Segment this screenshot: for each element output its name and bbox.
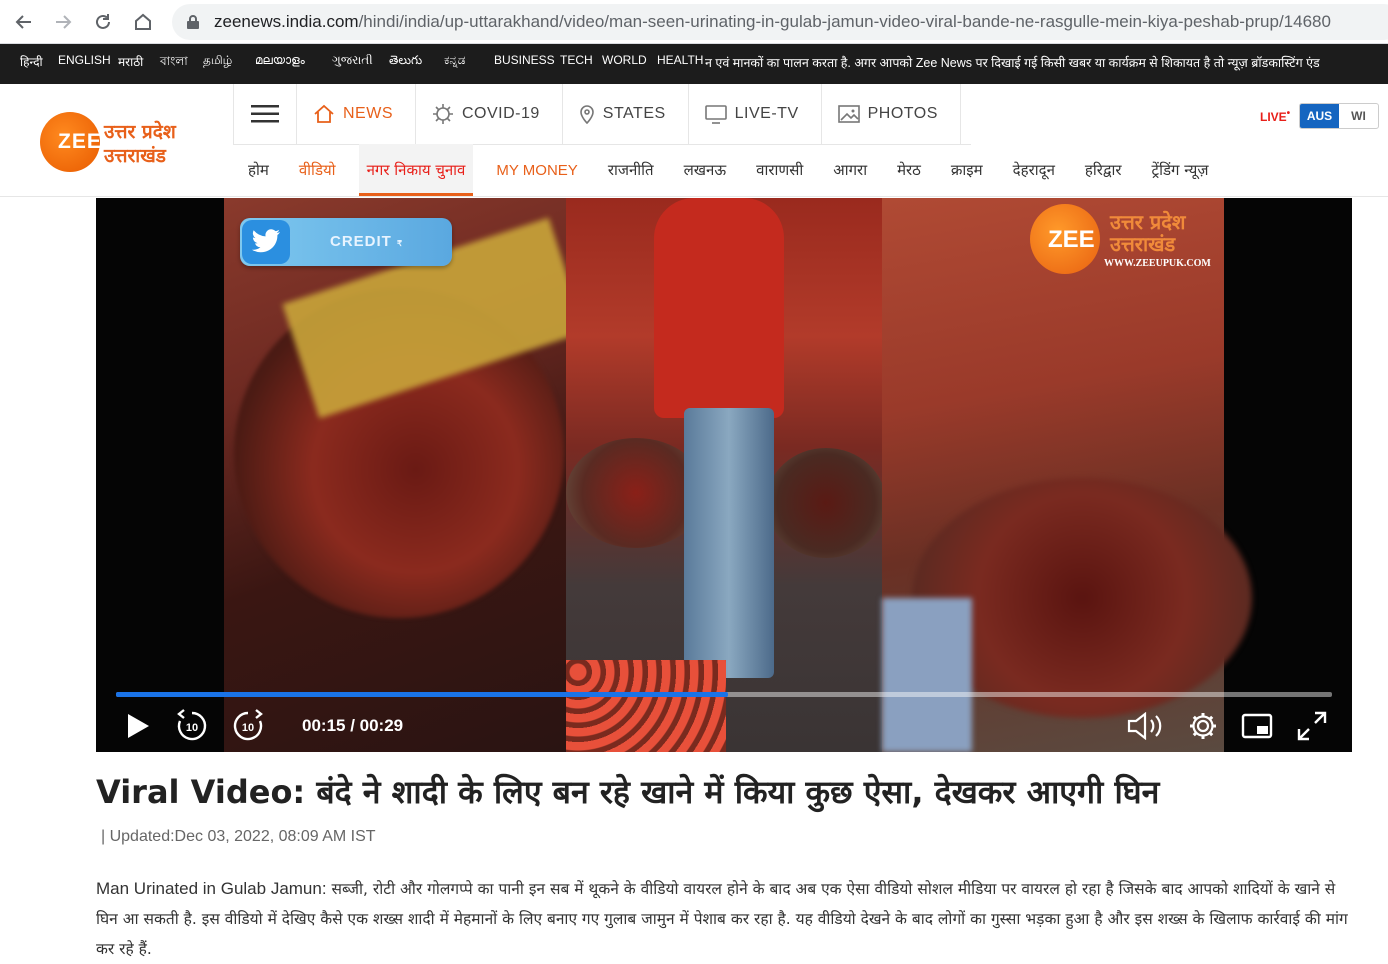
subnav-video[interactable]: वीडियो [299, 144, 336, 196]
reload-icon[interactable] [87, 6, 119, 38]
url-text: zeenews.india.com/hindi/india/up-uttarak… [214, 12, 1331, 32]
virus-icon [433, 104, 453, 124]
video-progress-bar[interactable] [116, 692, 1332, 697]
subnav-trending-news[interactable]: ट्रेंडिंग न्यूज़ [1152, 144, 1209, 196]
hamburger-menu-icon[interactable] [233, 84, 297, 144]
video-frame-center [566, 198, 886, 752]
rewind-10-icon[interactable]: 10 [172, 706, 212, 746]
home-icon [314, 104, 334, 123]
credit-small-text: ₹ [397, 239, 404, 248]
video-progress-fill [116, 692, 728, 697]
subnav-my-money[interactable]: MY MONEY [496, 144, 577, 196]
map-pin-icon [579, 105, 594, 124]
tv-icon [704, 105, 727, 124]
lang-link[interactable]: বাংলা [160, 53, 188, 73]
language-bar: हिन्दी ENGLISH मराठी বাংলা தமிழ் മലയാളം … [0, 44, 1388, 84]
live-text: LIVE [1260, 110, 1287, 124]
rewind-seconds: 10 [186, 722, 198, 734]
section-link[interactable]: WORLD [602, 53, 647, 67]
main-nav: NEWS COVID-19 STATES LIVE-TV PHOTOS [233, 84, 961, 144]
url-host: zeenews.india.com [214, 12, 359, 31]
nav-live-tv[interactable]: LIVE-TV [689, 84, 822, 144]
summary-lead: Man Urinated in Gulab Jamun: [96, 879, 327, 898]
section-link[interactable]: BUSINESS [494, 53, 555, 67]
lock-icon [187, 15, 199, 29]
nav-states[interactable]: STATES [563, 84, 689, 144]
credit-label: CREDIT [330, 233, 392, 250]
subnav-crime[interactable]: क्राइम [951, 144, 983, 196]
logo-line-1: उत्तर प्रदेश [104, 121, 176, 143]
article-updated: | Updated:Dec 03, 2022, 08:09 AM IST [101, 828, 376, 845]
watermark-zee-text: ZEE [1048, 226, 1095, 253]
score-team-1: AUS [1300, 104, 1339, 128]
live-score-widget[interactable]: AUS WI [1299, 103, 1379, 129]
lang-link[interactable]: हिन्दी [20, 53, 43, 70]
live-label[interactable]: LIVE• [1260, 108, 1290, 124]
lang-link[interactable]: தமிழ் [203, 53, 232, 69]
nav-photos-label: PHOTOS [867, 105, 938, 122]
play-icon[interactable] [120, 706, 156, 746]
picture-in-picture-icon[interactable] [1239, 706, 1275, 746]
photo-icon [837, 105, 860, 123]
subnav-varanasi[interactable]: वाराणसी [756, 144, 803, 196]
video-frame-right [882, 198, 1252, 752]
twitter-bird-icon [242, 220, 290, 264]
credit-badge: CREDIT ₹ [240, 218, 452, 266]
section-link[interactable]: HEALTH [657, 53, 703, 67]
home-icon[interactable] [127, 6, 159, 38]
volume-icon[interactable] [1126, 706, 1166, 746]
subnav-politics[interactable]: राजनीति [608, 144, 654, 196]
lang-link[interactable]: ENGLISH [58, 53, 111, 67]
lang-link[interactable]: मराठी [118, 53, 143, 70]
video-time: 00:15 / 00:29 [302, 716, 404, 735]
subnav-municipal-election[interactable]: नगर निकाय चुनाव [358, 144, 474, 196]
logo-line-2: उत्तराखंड [104, 145, 166, 167]
site-logo[interactable]: ZEE उत्तर प्रदेश उत्तराखंड [40, 112, 220, 174]
settings-gear-icon[interactable] [1186, 706, 1220, 746]
watermark-line-2: उत्तराखंड [1110, 232, 1176, 256]
forward-10-icon[interactable]: 10 [228, 706, 268, 746]
address-bar[interactable]: zeenews.india.com/hindi/india/up-uttarak… [172, 4, 1388, 40]
video-player[interactable]: CREDIT ₹ ZEE उत्तर प्रदेश उत्तराखंड WWW.… [96, 198, 1352, 752]
news-ticker[interactable]: न एवं मानकों का पालन करता है. अगर आपको Z… [705, 54, 1320, 71]
subnav-agra[interactable]: आगरा [833, 144, 867, 196]
nav-live-tv-label: LIVE-TV [734, 105, 799, 122]
forward-seconds: 10 [242, 722, 254, 734]
nav-states-label: STATES [602, 105, 666, 122]
lang-link[interactable]: తెలుగు [389, 53, 422, 70]
nav-news-label: NEWS [343, 105, 393, 122]
section-link[interactable]: TECH [560, 53, 593, 67]
subnav-haridwar[interactable]: हरिद्वार [1085, 144, 1122, 196]
subnav-meerut[interactable]: मेरठ [897, 144, 921, 196]
channel-watermark: ZEE उत्तर प्रदेश उत्तराखंड WWW.ZEEUPUK.C… [1030, 204, 1211, 274]
score-team-2: WI [1351, 109, 1366, 123]
credit-text: CREDIT ₹ [330, 233, 403, 250]
fullscreen-icon[interactable] [1294, 706, 1330, 746]
watermark-url: WWW.ZEEUPUK.COM [1104, 258, 1211, 269]
subnav-dehradun[interactable]: देहरादून [1013, 144, 1055, 196]
lang-link[interactable]: മലയാളം [255, 53, 305, 68]
video-frame-left [224, 198, 586, 752]
lang-link[interactable]: ગુજરાતી [332, 53, 373, 68]
lang-link[interactable]: ಕನ್ನಡ [444, 53, 465, 68]
forward-arrow-icon[interactable] [47, 6, 79, 38]
subnav-lucknow[interactable]: लखनऊ [684, 144, 727, 196]
nav-covid-label: COVID-19 [462, 105, 540, 122]
nav-news[interactable]: NEWS [297, 84, 416, 144]
nav-photos[interactable]: PHOTOS [822, 84, 961, 144]
browser-toolbar: zeenews.india.com/hindi/india/up-uttarak… [0, 0, 1388, 44]
sub-nav: होम वीडियो नगर निकाय चुनाव MY MONEY राजन… [233, 144, 1224, 196]
back-arrow-icon[interactable] [8, 6, 40, 38]
subnav-home[interactable]: होम [248, 144, 269, 196]
site-header: ZEE उत्तर प्रदेश उत्तराखंड NEWS COVID-19… [0, 84, 1388, 197]
nav-covid[interactable]: COVID-19 [416, 84, 563, 144]
url-path: /hindi/india/up-uttarakhand/video/man-se… [358, 12, 1331, 31]
article-summary: Man Urinated in Gulab Jamun: सब्जी, रोटी… [96, 874, 1356, 964]
article-headline: Viral Video: बंदे ने शादी के लिए बन रहे … [96, 773, 1160, 811]
logo-zee-text: ZEE [58, 130, 102, 153]
